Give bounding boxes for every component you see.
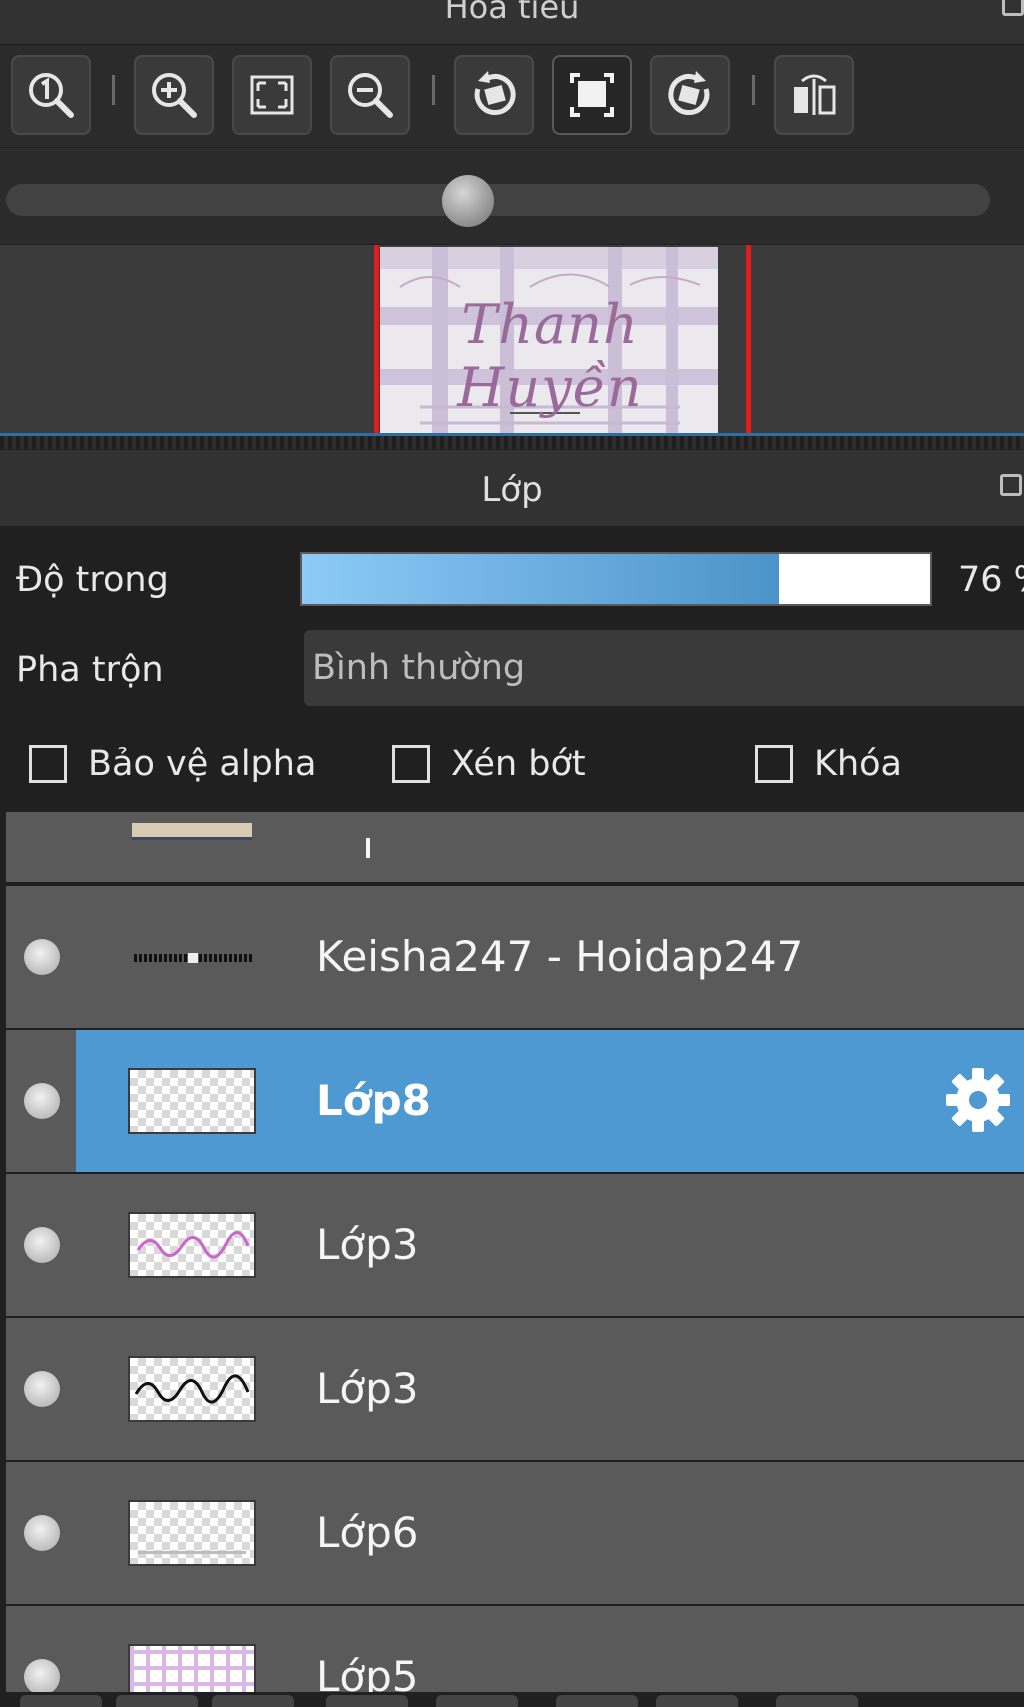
navigator-preview[interactable]: Thanh Huyền <box>0 245 1024 433</box>
blend-mode-value: Bình thường <box>312 648 526 688</box>
panel-splitter[interactable] <box>0 433 1024 449</box>
layer-panel-title: Lớp <box>481 470 543 510</box>
zoom-actual-size-button[interactable] <box>11 55 91 135</box>
layer-name: Lớp3 <box>316 1220 419 1269</box>
layer-name: Lớp8 <box>316 1076 431 1125</box>
visibility-toggle-icon[interactable] <box>24 1659 60 1692</box>
protect-alpha-checkbox[interactable] <box>29 745 67 783</box>
layer-action-button[interactable] <box>116 1695 198 1707</box>
layer-thumbnail <box>128 924 256 990</box>
opacity-slider[interactable] <box>300 552 932 606</box>
fit-to-window-button[interactable] <box>232 55 312 135</box>
layer-action-button[interactable] <box>212 1695 294 1707</box>
lock-label: Khóa <box>814 744 902 784</box>
layer-thumbnail <box>128 1644 256 1692</box>
rotate-left-button[interactable] <box>454 55 534 135</box>
canvas-thumbnail-text: Thanh Huyền <box>457 293 643 419</box>
navigator-toolbar <box>0 45 1024 147</box>
layer-action-button[interactable] <box>776 1695 858 1707</box>
rotate-right-icon <box>668 71 710 115</box>
lock-checkbox[interactable] <box>755 745 793 783</box>
layer-thumbnail <box>128 812 256 844</box>
gear-icon[interactable] <box>940 1062 1016 1138</box>
layer-action-button[interactable] <box>326 1695 408 1707</box>
rotate-right-button[interactable] <box>650 55 730 135</box>
blend-mode-select[interactable]: Bình thường <box>304 630 1024 706</box>
layer-row[interactable]: Lớp5 <box>6 1606 1024 1692</box>
reset-view-icon <box>570 73 614 117</box>
layer-panel-bottom-toolbar <box>0 1692 1024 1707</box>
view-marker-right <box>746 245 751 433</box>
view-marker-left <box>374 245 379 433</box>
layer-action-button[interactable] <box>20 1695 102 1707</box>
layer-thumbnail <box>128 1068 256 1134</box>
layer-name: Lớp6 <box>316 1508 419 1557</box>
layer-thumbnail <box>128 1356 256 1422</box>
toolbar-separator <box>752 75 755 105</box>
reset-rotation-button[interactable] <box>552 55 632 135</box>
visibility-toggle-icon[interactable] <box>24 1227 60 1263</box>
navigator-header: Hoa tiêu <box>0 0 1024 45</box>
visibility-toggle-icon[interactable] <box>24 1515 60 1551</box>
popout-icon[interactable] <box>1000 474 1022 496</box>
layer-list: Keisha247 - Hoidap247 Lớp8 Lớp3 Lớp3 Lớp… <box>6 812 1024 1692</box>
zoom-in-button[interactable] <box>134 55 214 135</box>
layer-name: Lớp3 <box>316 1364 419 1413</box>
blend-mode-label: Pha trộn <box>16 650 164 690</box>
clip-label: Xén bớt <box>451 744 586 784</box>
opacity-label: Độ trong <box>16 560 169 600</box>
navigator-title: Hoa tiêu <box>444 0 580 26</box>
zoom-out-button[interactable] <box>330 55 410 135</box>
layer-thumbnail <box>128 1212 256 1278</box>
layer-row[interactable] <box>6 812 1024 882</box>
layer-row-selected[interactable]: Lớp8 <box>6 1030 1024 1172</box>
layer-row[interactable]: Keisha247 - Hoidap247 <box>6 886 1024 1028</box>
toolbar-separator <box>112 75 115 105</box>
toolbar-separator <box>432 75 435 105</box>
layer-name: Keisha247 - Hoidap247 <box>316 932 804 981</box>
layer-action-button[interactable] <box>656 1695 738 1707</box>
flip-horizontal-icon <box>794 74 836 115</box>
opacity-slider-fill <box>302 554 780 604</box>
layer-row[interactable]: Lớp3 <box>6 1318 1024 1460</box>
popout-icon[interactable] <box>1002 0 1024 16</box>
zoom-in-icon <box>152 73 197 118</box>
visibility-toggle-icon[interactable] <box>24 1371 60 1407</box>
layer-row[interactable]: Lớp3 <box>6 1174 1024 1316</box>
layer-panel-header: Lớp <box>0 450 1024 526</box>
clip-checkbox[interactable] <box>392 745 430 783</box>
layer-action-button[interactable] <box>556 1695 638 1707</box>
zoom-out-icon <box>348 73 393 118</box>
zoom-one-icon <box>29 73 74 118</box>
flip-horizontal-button[interactable] <box>774 55 854 135</box>
layer-action-button[interactable] <box>436 1695 518 1707</box>
layer-name: Lớp5 <box>316 1652 419 1692</box>
fit-screen-icon <box>250 75 294 115</box>
visibility-toggle-icon[interactable] <box>24 939 60 975</box>
canvas-thumbnail: Thanh Huyền <box>380 247 718 433</box>
layer-thumbnail <box>128 1500 256 1566</box>
protect-alpha-label: Bảo vệ alpha <box>88 744 317 784</box>
visibility-toggle-icon[interactable] <box>24 1083 60 1119</box>
opacity-value: 76 % <box>958 560 1024 600</box>
rotate-left-icon <box>474 71 516 115</box>
layer-row[interactable]: Lớp6 <box>6 1462 1024 1604</box>
zoom-slider-track[interactable] <box>6 184 990 216</box>
zoom-slider[interactable] <box>0 148 1024 244</box>
